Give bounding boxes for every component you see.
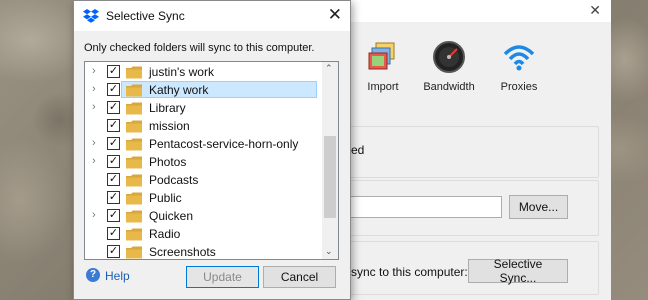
folder-name: Podcasts [149, 173, 199, 187]
folder-row[interactable]: › ✓ Quicken [85, 207, 323, 225]
folder-checkbox[interactable]: ✓ [107, 119, 120, 132]
folder-name: Quicken [149, 209, 194, 223]
close-icon[interactable]: ✕ [328, 5, 342, 25]
chevron-right-icon[interactable]: › [92, 137, 96, 149]
scrollbar-thumb[interactable] [324, 136, 336, 218]
folder-checkbox[interactable]: ✓ [107, 191, 120, 204]
bandwidth-icon [433, 41, 465, 73]
folder-row[interactable]: ✓ Radio [85, 225, 323, 243]
folder-checkbox[interactable]: ✓ [107, 245, 120, 258]
selective-sync-dialog: Selective Sync ✕ Only checked folders wi… [73, 0, 351, 300]
folder-row[interactable]: › ✓ Library [85, 99, 323, 117]
folder-icon [126, 156, 142, 169]
folder-tree[interactable]: › ✓ justin's work › ✓ Kathy work › ✓ Library ✓ mis… [84, 61, 339, 260]
proxies-icon [503, 45, 535, 71]
folder-row[interactable]: ✓ mission [85, 117, 323, 135]
folder-row[interactable]: › ✓ Photos [85, 153, 323, 171]
scroll-up-icon[interactable]: ⌃ [325, 63, 333, 74]
chevron-right-icon[interactable]: › [92, 209, 96, 221]
folder-row[interactable]: ✓ Public [85, 189, 323, 207]
folder-name: Radio [149, 227, 181, 241]
tab-import-label: Import [367, 81, 399, 93]
scroll-down-icon[interactable]: ⌄ [325, 246, 333, 257]
folder-checkbox[interactable]: ✓ [107, 227, 120, 240]
folder-name: Kathy work [149, 83, 209, 97]
dialog-title: Selective Sync [106, 9, 185, 23]
chevron-right-icon[interactable]: › [92, 83, 96, 95]
status-group [349, 126, 599, 178]
tree-scrollbar[interactable]: ⌃ ⌄ [322, 62, 338, 259]
folder-checkbox[interactable]: ✓ [107, 173, 120, 186]
selective-sync-button[interactable]: Selective Sync... [468, 257, 568, 285]
status-text: ed [351, 143, 365, 157]
folder-checkbox[interactable]: ✓ [107, 65, 120, 78]
cancel-button[interactable]: Cancel [263, 266, 336, 288]
folder-checkbox[interactable]: ✓ [107, 137, 120, 150]
folder-checkbox[interactable]: ✓ [107, 155, 120, 168]
instruction-text: Only checked folders will sync to this c… [84, 42, 315, 54]
folder-icon [126, 138, 142, 151]
tab-bandwidth-label: Bandwidth [423, 81, 475, 93]
folder-row[interactable]: ✓ Screenshots [85, 243, 323, 259]
folder-name: Public [149, 191, 182, 205]
selective-sync-label: sync to this computer: [351, 265, 468, 279]
folder-checkbox[interactable]: ✓ [107, 83, 120, 96]
folder-row[interactable]: › ✓ Kathy work [85, 81, 323, 99]
folder-icon [126, 246, 142, 259]
folder-row[interactable]: › ✓ Pentacost-service-horn-only [85, 135, 323, 153]
update-button[interactable]: Update [186, 266, 259, 288]
folder-icon [126, 192, 142, 205]
folder-row[interactable]: ✓ Podcasts [85, 171, 323, 189]
folder-checkbox[interactable]: ✓ [107, 101, 120, 114]
dropbox-logo-icon [83, 9, 99, 23]
folder-icon [126, 102, 142, 115]
folder-icon [126, 210, 142, 223]
folder-name: mission [149, 119, 190, 133]
chevron-right-icon[interactable]: › [92, 101, 96, 113]
close-icon[interactable]: ✕ [589, 2, 601, 19]
folder-icon [126, 66, 142, 79]
folder-name: Library [149, 101, 186, 115]
tab-proxies-label: Proxies [500, 81, 538, 93]
chevron-right-icon[interactable]: › [92, 65, 96, 77]
dialog-titlebar: Selective Sync ✕ [74, 1, 350, 31]
folder-row[interactable]: › ✓ justin's work [85, 63, 323, 81]
folder-name: Screenshots [149, 245, 216, 259]
folder-checkbox[interactable]: ✓ [107, 209, 120, 222]
preferences-titlebar: ✕ [331, 0, 611, 22]
preferences-window: ✕ Import Bandwidth Proxies [330, 0, 611, 300]
import-icon [368, 42, 395, 70]
folder-icon [126, 228, 142, 241]
folder-icon [126, 120, 142, 133]
help-icon: ? [86, 268, 100, 282]
move-button[interactable]: Move... [509, 195, 568, 219]
folder-icon [126, 84, 142, 97]
chevron-right-icon[interactable]: › [92, 155, 96, 167]
folder-icon [126, 174, 142, 187]
folder-name: Photos [149, 155, 187, 169]
folder-name: justin's work [149, 65, 214, 79]
location-path-field[interactable] [350, 196, 502, 218]
folder-name: Pentacost-service-horn-only [149, 137, 299, 151]
help-label: Help [105, 269, 130, 283]
